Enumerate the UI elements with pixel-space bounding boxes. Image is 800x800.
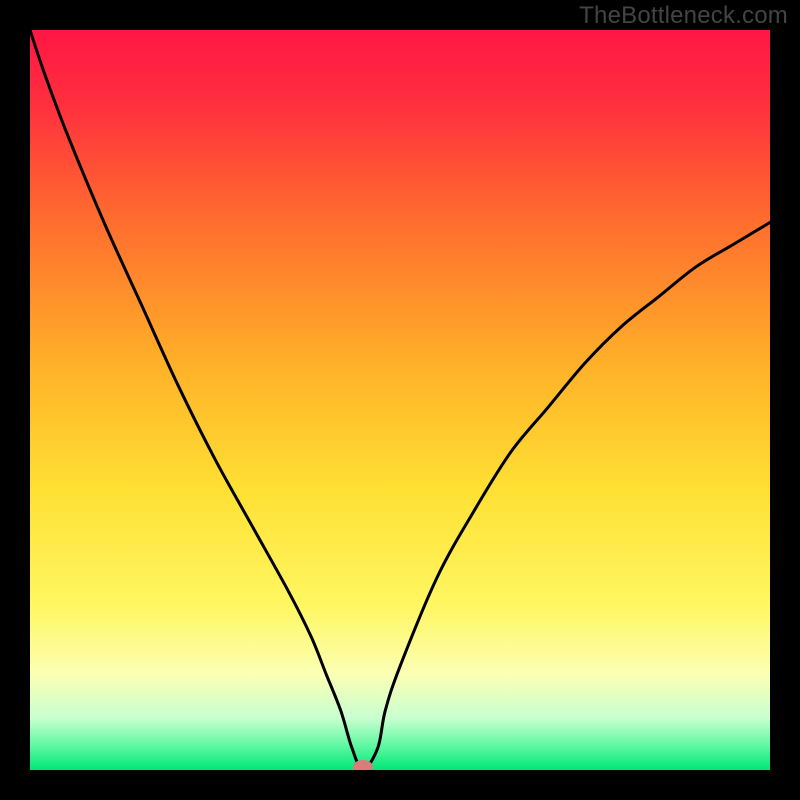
gradient-curve-plot	[30, 30, 770, 770]
chart-frame: TheBottleneck.com	[0, 0, 800, 800]
plot-background	[30, 30, 770, 770]
watermark-text: TheBottleneck.com	[579, 2, 788, 30]
plot-area	[30, 30, 770, 770]
